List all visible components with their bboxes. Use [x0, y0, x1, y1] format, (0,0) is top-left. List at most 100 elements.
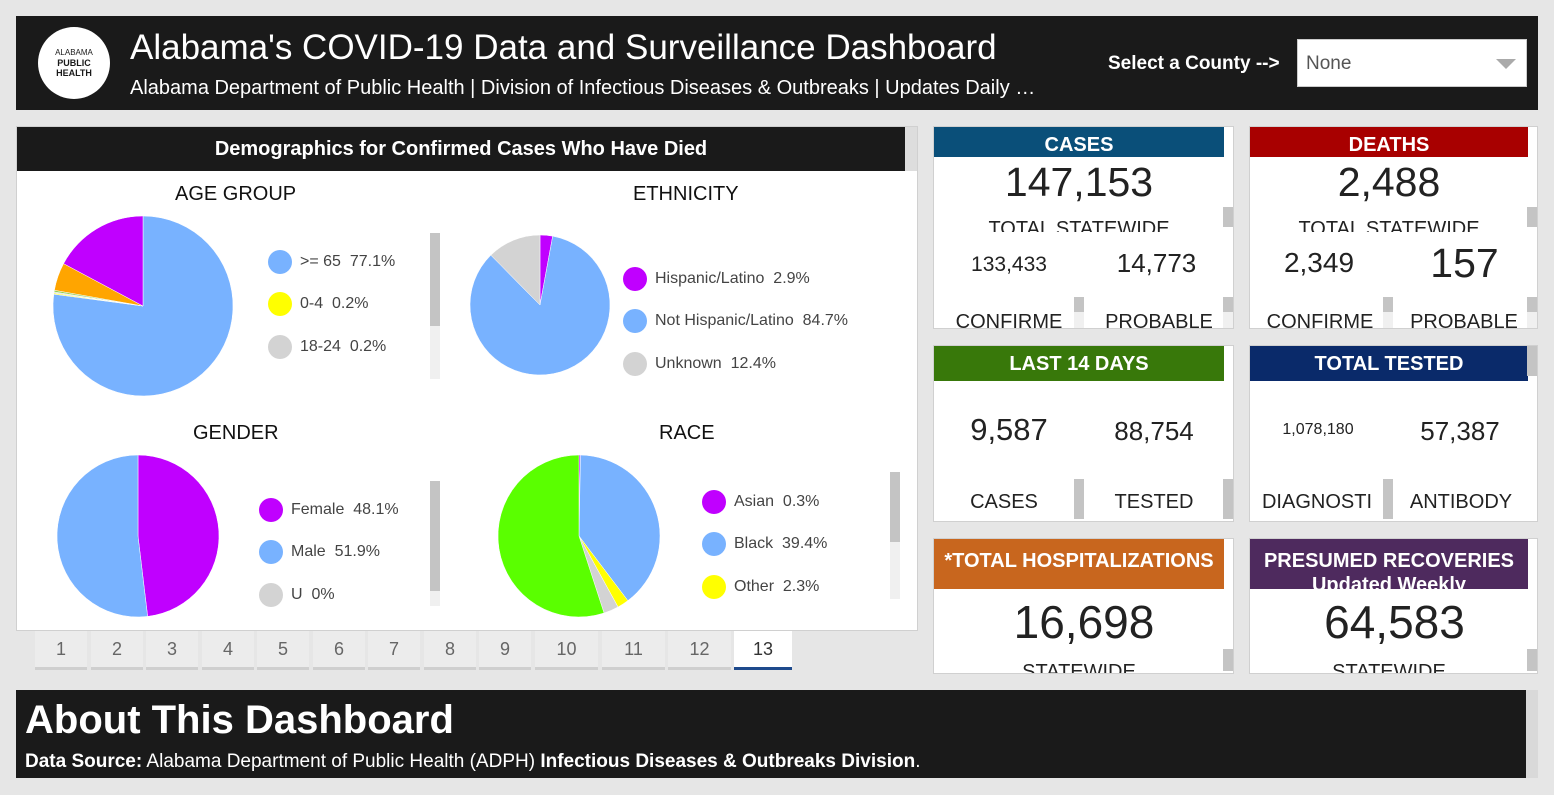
about-title: About This Dashboard — [25, 698, 454, 742]
demographics-panel: Demographics for Confirmed Cases Who Hav… — [16, 126, 918, 631]
page-subtitle: Alabama Department of Public Health | Di… — [130, 77, 1036, 99]
age-group-pie[interactable] — [53, 216, 233, 396]
race-pie[interactable] — [498, 455, 660, 617]
county-select-label: Select a County --> — [1108, 53, 1280, 74]
demographics-title: Demographics for Confirmed Cases Who Hav… — [17, 127, 905, 171]
legend-swatch — [702, 490, 726, 514]
legend-item[interactable]: Black 39.4% — [702, 532, 827, 556]
antibody-tests-value: 57,387 — [1420, 416, 1500, 446]
legend-item[interactable]: U 0% — [259, 583, 335, 607]
legend-swatch — [268, 250, 292, 274]
hospitalizations-label: STATEWIDE — [1022, 661, 1136, 674]
legend-swatch — [623, 267, 647, 291]
cases-total-value: 147,153 — [1004, 159, 1154, 205]
page-tab[interactable]: 8 — [424, 631, 476, 670]
hospitalizations-title: *TOTAL HOSPITALIZATIONS — [934, 539, 1224, 589]
panel-scrollbar[interactable] — [905, 127, 917, 171]
deaths-probable-label: PROBABLE — [1410, 311, 1518, 329]
legend-item[interactable]: Hispanic/Latino 2.9% — [623, 267, 810, 291]
diagnostic-tests-value: 1,078,180 — [1282, 421, 1354, 438]
legend-swatch — [702, 575, 726, 599]
about-section: About This Dashboard Data Source: Alabam… — [16, 690, 1526, 778]
last-14-days-title: LAST 14 DAYS — [934, 346, 1224, 381]
recoveries-card: PRESUMED RECOVERIES Updated Weekly 64,58… — [1249, 538, 1538, 674]
page-tab[interactable]: 10 — [535, 631, 598, 670]
cases-total-label: TOTAL STATEWIDE — [988, 218, 1170, 232]
cases-probable-label: PROBABLE — [1105, 311, 1213, 329]
page-tab[interactable]: 5 — [257, 631, 309, 670]
cases-probable-value: 14,773 — [1116, 248, 1197, 278]
page-tab[interactable]: 12 — [668, 631, 731, 670]
hospitalizations-card: *TOTAL HOSPITALIZATIONS 16,698 STATEWIDE — [933, 538, 1234, 674]
antibody-tests-label: ANTIBODY — [1409, 491, 1513, 513]
legend-item[interactable]: Other 2.3% — [702, 575, 819, 599]
about-scrollbar[interactable] — [1526, 690, 1538, 778]
last-14-cases-value: 9,587 — [970, 412, 1048, 447]
legend-scrollbar[interactable] — [430, 233, 440, 379]
county-dropdown-value: None — [1306, 53, 1352, 74]
page-tab[interactable]: 9 — [479, 631, 531, 670]
race-title: RACE — [659, 422, 715, 444]
deaths-probable-value: 157 — [1430, 240, 1499, 286]
diagnostic-tests-label: DIAGNOSTI — [1261, 491, 1372, 513]
hospitalizations-value: 16,698 — [1013, 596, 1155, 648]
last-14-tested-label: TESTED — [1114, 491, 1194, 513]
dashboard-header: ALABAMA PUBLIC HEALTH Alabama's COVID-19… — [16, 16, 1538, 110]
cases-card-title: CASES — [934, 127, 1224, 157]
age-group-title: AGE GROUP — [175, 183, 297, 205]
page-tab[interactable]: 7 — [368, 631, 420, 670]
page-tab[interactable]: 6 — [313, 631, 365, 670]
ethnicity-title: ETHNICITY — [633, 183, 739, 205]
cases-confirmed-value: 133,433 — [971, 253, 1047, 276]
legend-scrollbar[interactable] — [890, 472, 900, 599]
page-tab[interactable]: 1 — [35, 631, 87, 670]
last-14-cases-label: CASES — [970, 491, 1038, 513]
page-title: Alabama's COVID-19 Data and Surveillance… — [130, 28, 997, 67]
legend-item[interactable]: Male 51.9% — [259, 540, 380, 564]
gender-pie[interactable] — [57, 455, 219, 617]
pie-slice[interactable] — [137, 455, 219, 617]
legend-swatch — [268, 292, 292, 316]
total-tested-card: TOTAL TESTED 1,078,180 57,387 DIAGNOSTI … — [1249, 345, 1538, 522]
legend-swatch — [623, 309, 647, 333]
deaths-confirmed-value: 2,349 — [1283, 247, 1355, 278]
legend-item[interactable]: Not Hispanic/Latino 84.7% — [623, 309, 848, 333]
deaths-confirmed-label: CONFIRME — [1266, 311, 1374, 329]
pie-slice[interactable] — [57, 455, 148, 617]
legend-item[interactable]: >= 65 77.1% — [268, 250, 395, 274]
page-tab[interactable]: 11 — [602, 631, 665, 670]
legend-swatch — [268, 335, 292, 359]
ethnicity-pie[interactable] — [470, 235, 610, 375]
legend-item[interactable]: Asian 0.3% — [702, 490, 819, 514]
legend-swatch — [259, 498, 283, 522]
legend-item[interactable]: 18-24 0.2% — [268, 335, 386, 359]
gender-title: GENDER — [193, 422, 279, 444]
adph-logo: ALABAMA PUBLIC HEALTH — [38, 27, 110, 99]
total-tested-title: TOTAL TESTED — [1250, 346, 1528, 381]
legend-item[interactable]: Unknown 12.4% — [623, 352, 776, 376]
page-tab[interactable]: 3 — [146, 631, 198, 670]
legend-swatch — [259, 540, 283, 564]
county-dropdown[interactable]: None — [1297, 39, 1527, 87]
recoveries-label: STATEWIDE — [1332, 661, 1446, 674]
legend-swatch — [623, 352, 647, 376]
page-tab[interactable]: 13 — [734, 631, 792, 670]
legend-swatch — [259, 583, 283, 607]
legend-item[interactable]: Female 48.1% — [259, 498, 399, 522]
page-tab[interactable]: 2 — [91, 631, 143, 670]
deaths-total-value: 2,488 — [1337, 159, 1441, 205]
deaths-total-label: TOTAL STATEWIDE — [1298, 218, 1480, 232]
deaths-card: DEATHS 2,488 TOTAL STATEWIDE 2,349 157 C… — [1249, 126, 1538, 329]
last-14-tested-value: 88,754 — [1114, 416, 1194, 446]
chevron-down-icon[interactable] — [1496, 59, 1516, 69]
last-14-days-card: LAST 14 DAYS 9,587 88,754 CASES TESTED — [933, 345, 1234, 522]
legend-item[interactable]: 0-4 0.2% — [268, 292, 368, 316]
cases-confirmed-label: CONFIRME — [955, 311, 1063, 329]
recoveries-value: 64,583 — [1324, 596, 1465, 648]
recoveries-title: PRESUMED RECOVERIES Updated Weekly — [1250, 539, 1528, 589]
cases-card: CASES 147,153 TOTAL STATEWIDE 133,433 14… — [933, 126, 1234, 329]
page-tab[interactable]: 4 — [202, 631, 254, 670]
legend-swatch — [702, 532, 726, 556]
deaths-card-title: DEATHS — [1250, 127, 1528, 157]
legend-scrollbar[interactable] — [430, 481, 440, 606]
